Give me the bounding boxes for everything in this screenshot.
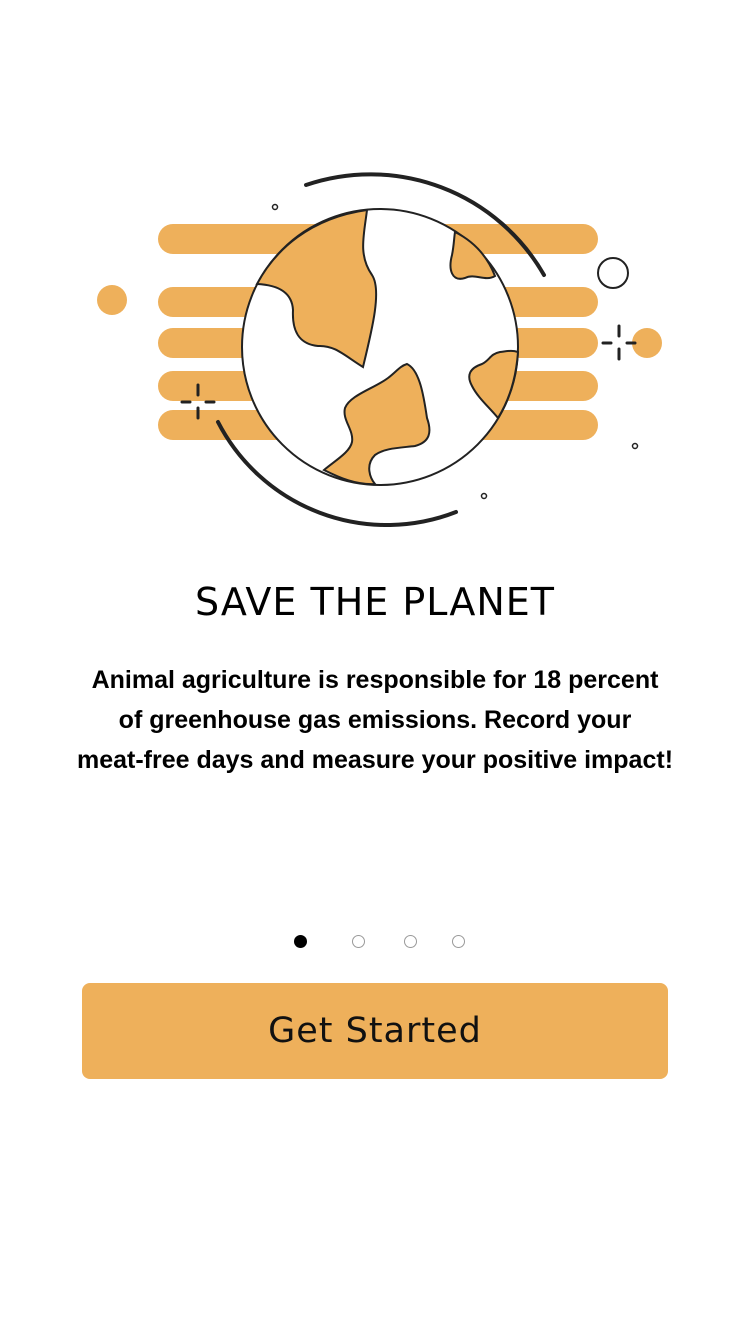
dot-small-1 [271, 203, 279, 211]
onboarding-description: Animal agriculture is responsible for 18… [40, 660, 710, 780]
globe-icon [241, 208, 520, 486]
orb-left [97, 285, 127, 315]
page-indicator [0, 935, 750, 949]
globe-illustration [97, 172, 662, 527]
page-dot-1[interactable] [294, 935, 307, 948]
description-line: of greenhouse gas emissions. Record your [118, 706, 632, 734]
get-started-button[interactable]: Get Started [82, 983, 668, 1079]
page-dot-2[interactable] [352, 935, 365, 948]
dot-small-3 [480, 492, 488, 500]
page-title: SAVE THE PLANET [195, 580, 555, 624]
sparkle-icon [601, 324, 637, 361]
dot-small-2 [631, 442, 639, 450]
page-dot-3[interactable] [404, 935, 417, 948]
description-line: meat-free days and measure your positive… [76, 746, 674, 774]
description-line: Animal agriculture is responsible for 18… [91, 666, 659, 694]
page-dot-4[interactable] [452, 935, 465, 948]
ring-right [597, 257, 629, 289]
